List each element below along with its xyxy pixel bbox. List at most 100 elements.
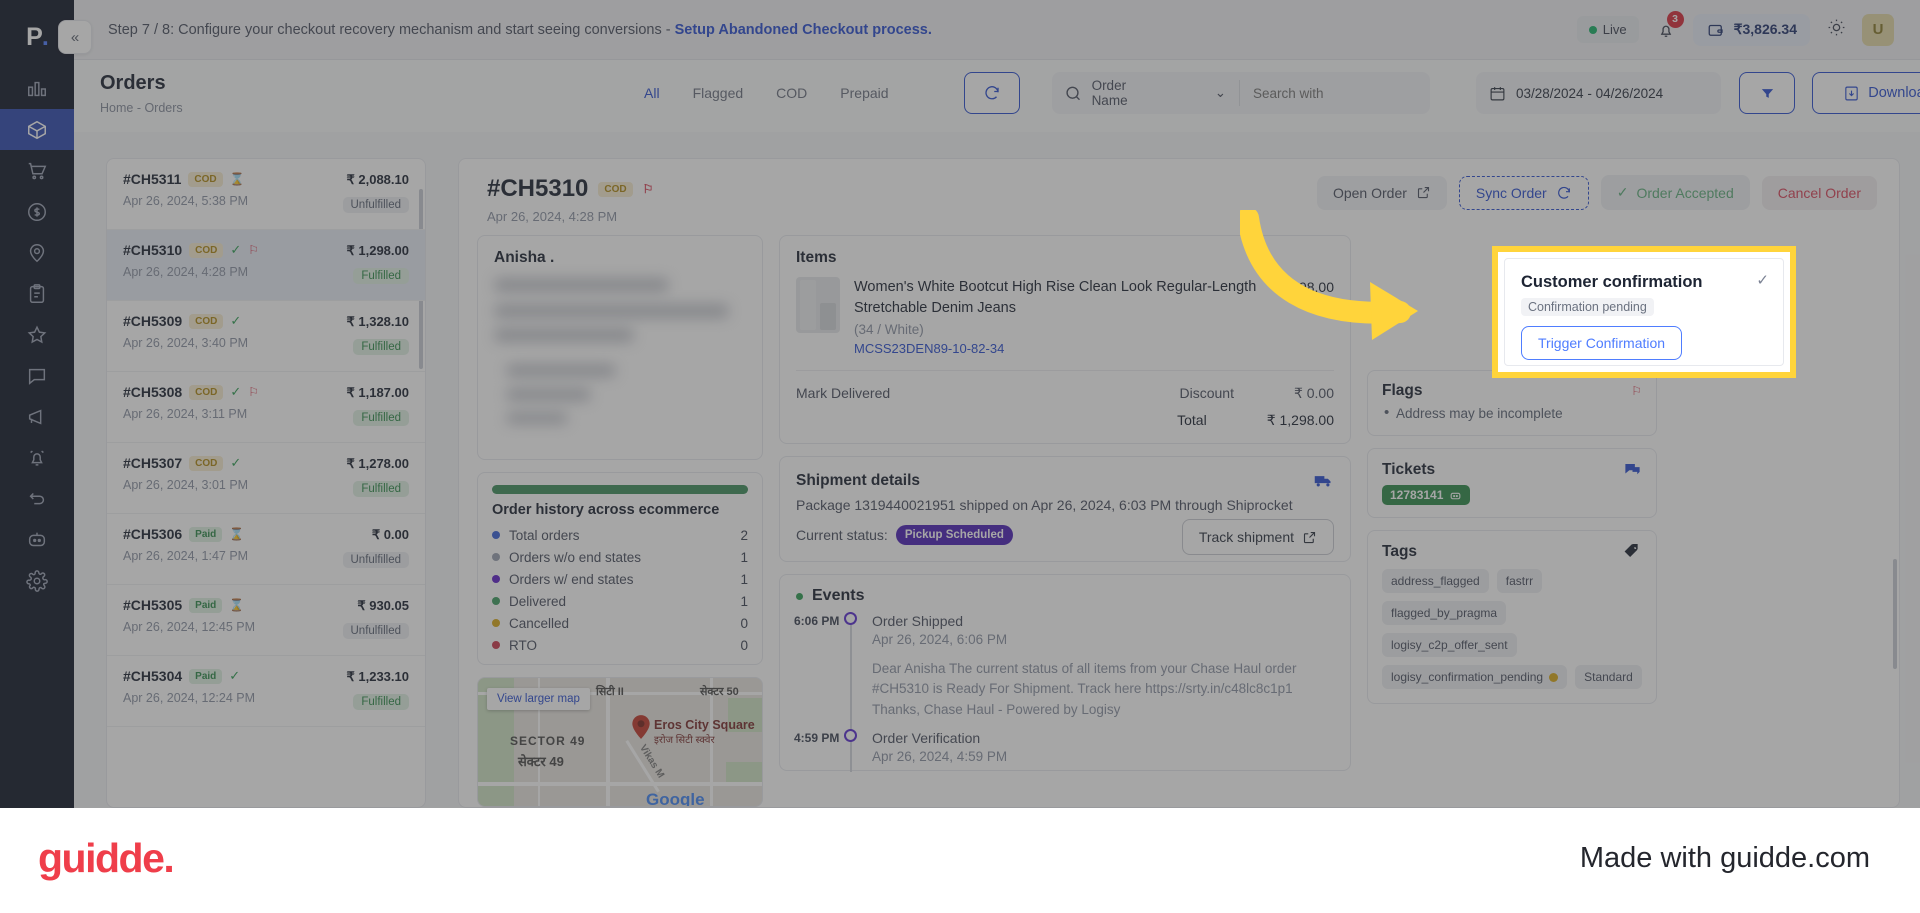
list-item: Orders w/ end states 1 <box>478 568 762 590</box>
tab-prepaid[interactable]: Prepaid <box>840 85 888 101</box>
calendar-icon <box>1490 86 1505 100</box>
search-bar[interactable]: Order Name ⌄ <box>1052 72 1430 114</box>
tab-cod[interactable]: COD <box>776 85 807 101</box>
check-icon: ✓ <box>230 384 242 399</box>
tab-flagged[interactable]: Flagged <box>693 85 744 101</box>
table-row[interactable]: #CH5305 Paid ⌛ Apr 26, 2024, 12:45 PM ₹ 930.… <box>107 585 425 656</box>
nav-payments[interactable] <box>0 191 74 232</box>
trigger-confirmation-button[interactable]: Trigger Confirmation <box>1521 326 1683 360</box>
theme-toggle-button[interactable] <box>1824 18 1848 42</box>
tag-icon <box>1624 543 1638 558</box>
banner-actions: Live 3 ₹3,826.34 U <box>1576 10 1920 46</box>
nav-tracking[interactable] <box>0 232 74 273</box>
banner-link[interactable]: Setup Abandoned Checkout process. <box>675 22 932 38</box>
order-accepted-label: Order Accepted <box>1636 184 1734 201</box>
tab-all[interactable]: All <box>644 85 660 101</box>
nav-returns[interactable] <box>0 478 74 519</box>
tickets-header: Tickets <box>1368 449 1656 485</box>
wallet-balance-button[interactable]: ₹3,826.34 <box>1692 13 1810 46</box>
map-label-sector50: सेक्टर 50 <box>700 686 739 698</box>
download-button[interactable]: Download <box>1812 72 1920 114</box>
cancel-order-button[interactable]: Cancel Order <box>1761 175 1877 210</box>
discount-row: Discount ₹ 0.00 <box>1179 385 1334 402</box>
open-order-button[interactable]: Open Order <box>1316 175 1447 210</box>
truck-icon <box>1314 476 1331 487</box>
order-payment-chip: Paid <box>189 526 223 542</box>
nav-campaigns[interactable] <box>0 396 74 437</box>
order-detail-id: #CH5310 <box>487 175 589 202</box>
nav-cart[interactable] <box>0 150 74 191</box>
search-input[interactable] <box>1253 85 1418 101</box>
nav-chat[interactable] <box>0 355 74 396</box>
hourglass-icon: ⌛ <box>229 598 245 612</box>
detail-scrollbar[interactable] <box>1893 559 1897 669</box>
nav-settings[interactable] <box>0 560 74 601</box>
pointer-arrow <box>1240 210 1418 340</box>
tag-label: logisy_confirmation_pending <box>1391 670 1544 684</box>
tag-status-dot-icon <box>1549 672 1559 682</box>
nav-analytics[interactable] <box>0 68 74 109</box>
check-circle-icon: ✓ <box>1756 272 1769 289</box>
history-value: 0 <box>740 637 748 653</box>
tag-label: address_flagged <box>1391 574 1480 588</box>
items-total-row: Total ₹ 1,298.00 <box>780 406 1350 443</box>
nav-orders[interactable] <box>0 109 74 150</box>
table-row[interactable]: #CH5307 COD ✓ Apr 26, 2024, 3:01 PM ₹ 1,278.… <box>107 443 425 514</box>
tag-label: flagged_by_pragma <box>1391 606 1498 620</box>
order-history-card: Order history across ecommerce Total ord… <box>477 472 763 665</box>
order-id: #CH5311 <box>123 171 182 187</box>
history-label: Orders w/o end states <box>509 549 642 565</box>
flag-item: Address may be incomplete <box>1368 404 1656 435</box>
nav-reviews[interactable] <box>0 314 74 355</box>
order-accepted-button[interactable]: ✓ Order Accepted <box>1600 175 1750 210</box>
chart-bar-icon <box>28 81 46 96</box>
collapse-sidebar-button[interactable]: « <box>58 20 92 54</box>
external-link-icon <box>1417 186 1429 199</box>
order-payment-chip: COD <box>189 384 224 400</box>
order-payment-chip: COD <box>189 455 224 471</box>
product-thumbnail <box>796 277 840 333</box>
notifications-button[interactable]: 3 <box>1653 10 1684 43</box>
nav-alerts[interactable] <box>0 437 74 478</box>
wallet-icon <box>1708 24 1723 36</box>
track-shipment-button[interactable]: Track shipment <box>1181 519 1334 556</box>
mark-delivered-label[interactable]: Mark Delivered <box>796 385 890 402</box>
legend-dot-icon <box>492 619 500 627</box>
tag-chip[interactable]: logisy_confirmation_pending <box>1382 665 1568 689</box>
order-amount: ₹ 2,088.10 <box>346 172 410 187</box>
order-amount: ₹ 1,328.10 <box>346 314 410 329</box>
tag-chip[interactable]: fastrr <box>1496 569 1543 593</box>
flag-icon: ⚐ <box>642 182 654 196</box>
table-row[interactable]: #CH5306 Paid ⌛ Apr 26, 2024, 1:47 PM ₹ 0.00 U… <box>107 514 425 585</box>
tag-label: logisy_c2p_offer_sent <box>1391 638 1508 652</box>
tag-chip[interactable]: logisy_c2p_offer_sent <box>1382 633 1517 657</box>
nav-reports[interactable] <box>0 273 74 314</box>
map-label-sector49-en: SECTOR 49 <box>510 734 586 748</box>
events-card: Events 6:06 PM Order Shipped Apr 26, 2024,… <box>779 574 1351 772</box>
product-sku[interactable]: MCSS23DEN89-10-82-34 <box>854 341 1274 356</box>
view-larger-map-button[interactable]: View larger map <box>487 688 590 710</box>
tag-chip[interactable]: Standard <box>1575 665 1642 689</box>
nav-bot[interactable] <box>0 519 74 560</box>
user-avatar[interactable]: U <box>1862 13 1894 46</box>
tag-chip[interactable]: address_flagged <box>1382 569 1489 593</box>
table-row[interactable]: #CH5310 COD ✓ ⚐ Apr 26, 2024, 4:28 PM ₹ 1,298… <box>107 230 425 301</box>
tags-list: address_flagged fastrr flagged_by_pragmalo… <box>1368 567 1656 703</box>
table-row[interactable]: #CH5311 COD ⌛ Apr 26, 2024, 5:38 PM ₹ 2,088.… <box>107 159 425 230</box>
tickets-card: Tickets 12783141 <box>1367 448 1657 518</box>
orders-list[interactable]: #CH5311 COD ⌛ Apr 26, 2024, 5:38 PM ₹ 2,088.… <box>106 158 426 808</box>
table-row[interactable]: #CH5309 COD ✓ Apr 26, 2024, 3:40 PM ₹ 1,328.… <box>107 301 425 372</box>
table-row[interactable]: #CH5308 COD ✓ ⚐ Apr 26, 2024, 3:11 PM ₹ 1,187… <box>107 372 425 443</box>
ticket-chip[interactable]: 12783141 <box>1382 485 1471 505</box>
shipment-status-label: Current status: <box>796 527 888 544</box>
sync-order-button[interactable]: Sync Order <box>1458 175 1589 210</box>
filter-button[interactable] <box>1739 72 1795 114</box>
refresh-button[interactable] <box>964 72 1020 114</box>
flag-icon: ⚐ <box>248 385 260 399</box>
delivery-map[interactable]: सिटी II सेक्टर 50 SECTOR 49 सेक्टर 49 Vi… <box>477 677 763 807</box>
search-field-select[interactable]: Order Name ⌄ <box>1092 78 1226 108</box>
date-range-picker[interactable]: 03/28/2024 - 04/26/2024 <box>1476 72 1721 114</box>
event-marker-icon <box>844 728 857 742</box>
tag-chip[interactable]: flagged_by_pragma <box>1382 601 1507 625</box>
table-row[interactable]: #CH5304 Paid ✓ Apr 26, 2024, 12:24 PM ₹ 1,23… <box>107 656 425 727</box>
